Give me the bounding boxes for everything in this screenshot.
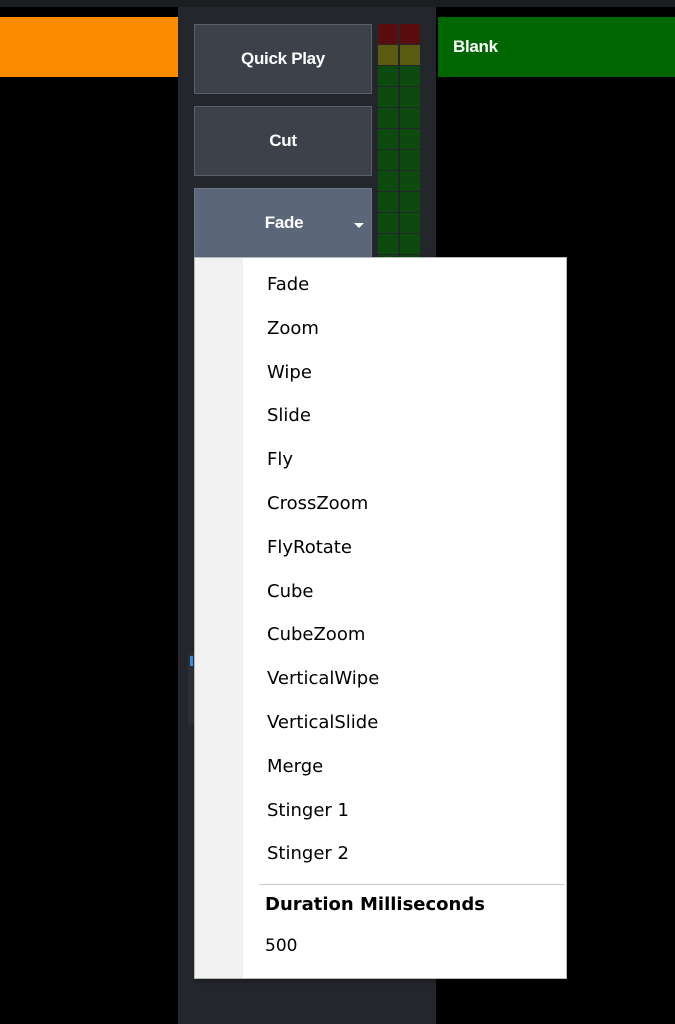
- menu-item-slide[interactable]: Slide: [267, 401, 311, 431]
- menu-item-merge[interactable]: Merge: [267, 752, 323, 782]
- menu-item-cubezoom[interactable]: CubeZoom: [267, 620, 365, 650]
- vu-meter-cell: [400, 234, 420, 254]
- vu-meter-cell: [378, 234, 398, 254]
- audio-level-meter: [378, 24, 422, 275]
- vu-meter-cell: [378, 192, 398, 212]
- vu-meter-cell: [400, 24, 420, 44]
- quick-play-button[interactable]: Quick Play: [194, 24, 372, 94]
- vu-meter-cell: [400, 108, 420, 128]
- vu-meter-cell: [378, 45, 398, 65]
- output-title-bar: Blank: [438, 17, 675, 77]
- vu-meter-cell: [378, 171, 398, 191]
- vu-meter-cell: [378, 213, 398, 233]
- menu-item-stinger-2[interactable]: Stinger 2: [267, 839, 349, 869]
- top-strip: [0, 0, 675, 7]
- output-title: Blank: [453, 37, 498, 56]
- cut-label: Cut: [269, 131, 297, 150]
- menu-separator: [259, 884, 564, 885]
- menu-item-fly[interactable]: Fly: [267, 445, 293, 475]
- vu-meter-cell: [378, 150, 398, 170]
- transition-dropdown-button[interactable]: Fade: [194, 188, 372, 258]
- menu-item-wipe[interactable]: Wipe: [267, 358, 312, 388]
- side-handle-indicator: [190, 656, 193, 666]
- transition-selected-label: Fade: [264, 213, 304, 232]
- cut-button[interactable]: Cut: [194, 106, 372, 176]
- duration-input[interactable]: [261, 928, 461, 964]
- vu-meter-cell: [378, 66, 398, 86]
- menu-item-flyrotate[interactable]: FlyRotate: [267, 533, 352, 563]
- menu-item-verticalslide[interactable]: VerticalSlide: [267, 708, 378, 738]
- menu-gutter: [195, 258, 243, 978]
- vu-meter-cell: [400, 129, 420, 149]
- vu-meter-cell: [400, 87, 420, 107]
- menu-item-cube[interactable]: Cube: [267, 577, 313, 607]
- preview-title-bar: [0, 17, 178, 77]
- menu-item-verticalwipe[interactable]: VerticalWipe: [267, 664, 379, 694]
- vu-meter-cell: [400, 171, 420, 191]
- duration-label: Duration Milliseconds: [265, 894, 485, 915]
- vu-meter-cell: [378, 129, 398, 149]
- vu-meter-cell: [378, 108, 398, 128]
- vu-meter-cell: [400, 66, 420, 86]
- preview-pane[interactable]: [0, 7, 178, 1024]
- menu-item-stinger-1[interactable]: Stinger 1: [267, 796, 349, 826]
- menu-item-fade[interactable]: Fade: [267, 270, 309, 300]
- menu-item-zoom[interactable]: Zoom: [267, 314, 319, 344]
- vu-meter-cell: [400, 213, 420, 233]
- caret-down-icon: [354, 223, 364, 228]
- vu-meter-cell: [378, 24, 398, 44]
- transition-menu: Fade Zoom Wipe Slide Fly CrossZoom FlyRotate Cu…: [194, 257, 567, 979]
- vu-meter-cell: [378, 87, 398, 107]
- vu-meter-cell: [400, 45, 420, 65]
- menu-item-crosszoom[interactable]: CrossZoom: [267, 489, 368, 519]
- vu-meter-cell: [400, 192, 420, 212]
- vu-meter-cell: [400, 150, 420, 170]
- quick-play-label: Quick Play: [241, 49, 325, 68]
